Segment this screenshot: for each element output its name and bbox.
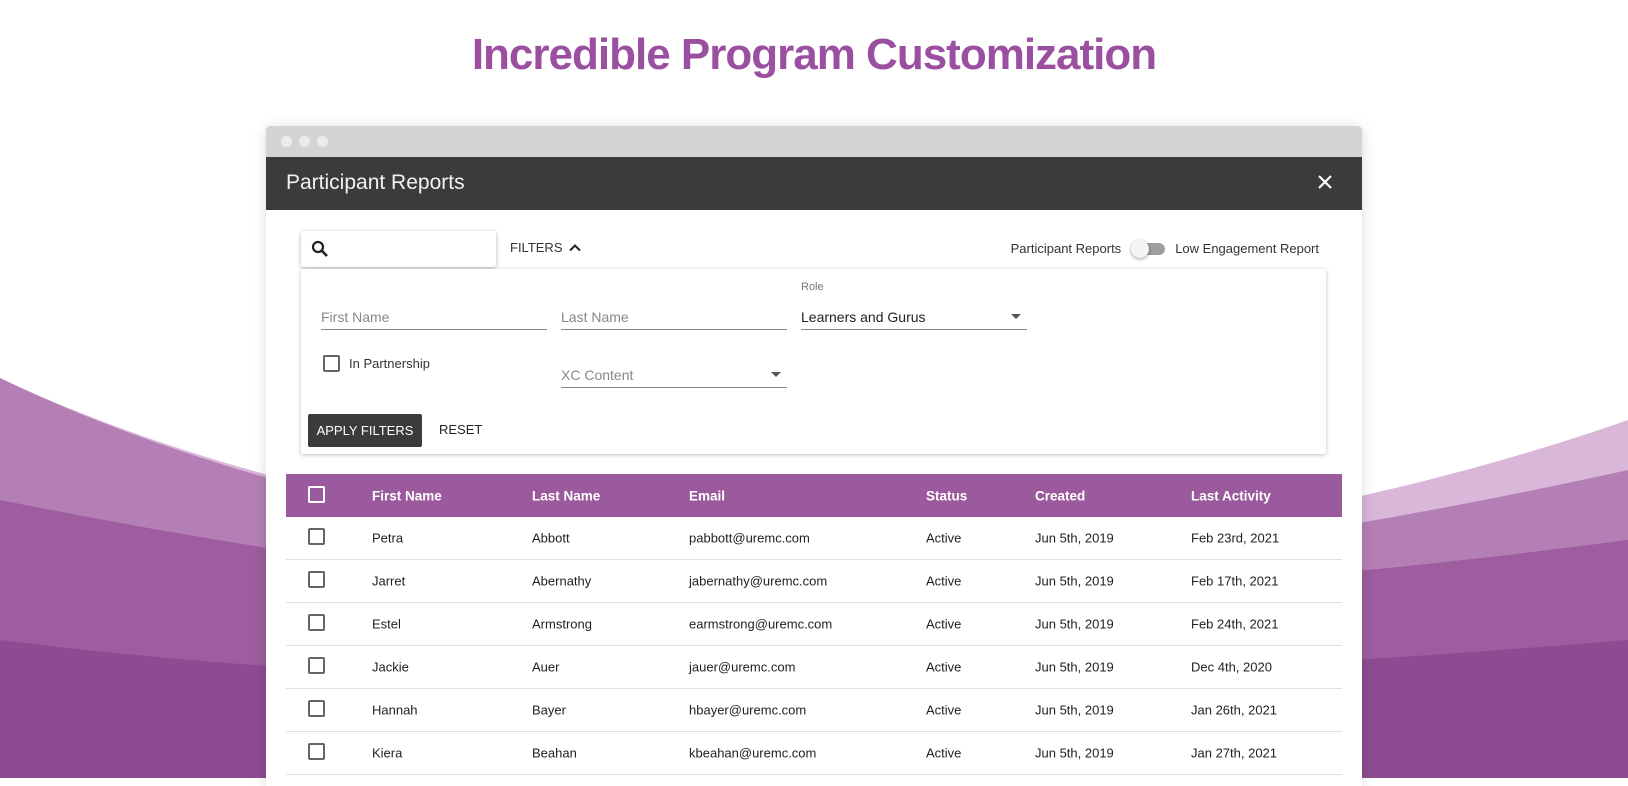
role-label: Role <box>801 281 824 293</box>
cell-status: Active <box>926 702 962 718</box>
cell-created: Jun 5th, 2019 <box>1035 702 1114 718</box>
column-header[interactable]: Last Name <box>532 488 600 503</box>
report-type-toggle: Participant Reports Low Engagement Repor… <box>1010 240 1319 258</box>
role-select[interactable]: Role Learners and Gurus <box>801 281 1027 330</box>
cell-first-name: Jackie <box>372 659 409 675</box>
cell-status: Active <box>926 659 962 675</box>
cell-status: Active <box>926 616 962 632</box>
cell-email: jabernathy@uremc.com <box>689 573 828 589</box>
xc-content-select[interactable]: XC Content <box>561 361 787 388</box>
filter-panel: First Name Last Name Role Learners and G… <box>301 269 1326 454</box>
cell-email: earmstrong@uremc.com <box>689 616 833 632</box>
search-icon <box>311 240 329 263</box>
cell-last-name: Armstrong <box>532 616 592 632</box>
row-checkbox[interactable] <box>308 657 325 677</box>
cell-created: Jun 5th, 2019 <box>1035 745 1114 761</box>
table-row[interactable]: Jackie Auer jauer@uremc.com Active Jun 5… <box>286 646 1342 689</box>
apply-filters-button[interactable]: APPLY FILTERS <box>308 414 422 447</box>
cell-first-name: Hannah <box>372 702 418 718</box>
select-all-checkbox[interactable] <box>308 485 325 506</box>
cell-last-activity: Feb 23rd, 2021 <box>1191 530 1280 546</box>
page-headline: Incredible Program Customization <box>471 30 1157 79</box>
cell-created: Jun 5th, 2019 <box>1035 573 1114 589</box>
filters-label: FILTERS <box>510 240 563 255</box>
cell-last-activity: Jan 26th, 2021 <box>1191 702 1278 718</box>
search-input[interactable] <box>339 237 488 263</box>
last-name-field[interactable]: Last Name <box>561 303 787 330</box>
reset-button[interactable]: RESET <box>439 422 482 437</box>
row-checkbox[interactable] <box>308 614 325 634</box>
row-checkbox[interactable] <box>308 571 325 591</box>
table-header: First Name Last Name Email Status Create… <box>286 474 1342 517</box>
cell-first-name: Kiera <box>372 745 403 761</box>
cell-email: hbayer@uremc.com <box>689 702 807 718</box>
table-row[interactable]: Hannah Bayer hbayer@uremc.com Active Jun… <box>286 689 1342 732</box>
cell-last-name: Auer <box>532 659 560 675</box>
role-value: Learners and Gurus <box>801 309 926 325</box>
row-checkbox[interactable] <box>308 700 325 720</box>
window-chrome <box>266 126 1362 157</box>
cell-last-activity: Jan 27th, 2021 <box>1191 745 1278 761</box>
toggle-right-label: Low Engagement Report <box>1175 240 1319 256</box>
cell-status: Active <box>926 745 962 761</box>
cell-first-name: Estel <box>372 616 401 632</box>
column-header[interactable]: Status <box>926 488 967 503</box>
cell-last-activity: Dec 4th, 2020 <box>1191 659 1272 675</box>
cell-last-name: Abbott <box>532 530 570 546</box>
cell-first-name: Petra <box>372 530 404 546</box>
window-dot <box>281 136 292 147</box>
dropdown-arrow-icon <box>771 372 781 377</box>
column-header[interactable]: Last Activity <box>1191 488 1271 503</box>
row-checkbox[interactable] <box>308 528 325 548</box>
chevron-up-icon <box>568 240 581 255</box>
search-box[interactable] <box>301 231 496 267</box>
table-row[interactable]: Kiera Beahan kbeahan@uremc.com Active Ju… <box>286 732 1342 775</box>
column-header[interactable]: Email <box>689 488 725 503</box>
app-window: Participant Reports FILTERS Participant … <box>266 126 1362 786</box>
toggle-left-label: Participant Reports <box>1010 240 1122 256</box>
table-row[interactable]: Estel Armstrong earmstrong@uremc.com Act… <box>286 603 1342 646</box>
cell-last-name: Abernathy <box>532 573 592 589</box>
switch-knob <box>1131 240 1150 258</box>
column-header[interactable]: First Name <box>372 488 442 503</box>
cell-email: kbeahan@uremc.com <box>689 745 817 761</box>
cell-last-name: Beahan <box>532 745 577 761</box>
first-name-field[interactable]: First Name <box>321 303 547 330</box>
close-icon[interactable] <box>1312 169 1338 195</box>
cell-created: Jun 5th, 2019 <box>1035 616 1114 632</box>
dialog-titlebar: Participant Reports <box>266 157 1362 210</box>
cell-status: Active <box>926 530 962 546</box>
cell-email: jauer@uremc.com <box>689 659 796 675</box>
cell-created: Jun 5th, 2019 <box>1035 530 1114 546</box>
dropdown-arrow-icon <box>1011 314 1021 319</box>
cell-last-activity: Feb 24th, 2021 <box>1191 616 1279 632</box>
in-partnership-checkbox[interactable] <box>323 355 340 372</box>
cell-status: Active <box>926 573 962 589</box>
last-name-placeholder: Last Name <box>561 309 629 325</box>
in-partnership-option[interactable]: In Partnership <box>323 355 430 372</box>
column-header[interactable]: Created <box>1035 488 1085 503</box>
filters-toggle-button[interactable]: FILTERS <box>510 240 581 255</box>
table-row[interactable]: Petra Abbott pabbott@uremc.com Active Ju… <box>286 517 1342 560</box>
dialog-title: Participant Reports <box>286 171 465 194</box>
cell-last-activity: Feb 17th, 2021 <box>1191 573 1279 589</box>
cell-last-name: Bayer <box>532 702 566 718</box>
cell-created: Jun 5th, 2019 <box>1035 659 1114 675</box>
xc-content-placeholder: XC Content <box>561 367 634 383</box>
first-name-placeholder: First Name <box>321 309 390 325</box>
cell-email: pabbott@uremc.com <box>689 530 810 546</box>
in-partnership-label: In Partnership <box>349 356 430 371</box>
report-switch[interactable] <box>1131 240 1166 258</box>
window-dot <box>317 136 328 147</box>
window-dot <box>299 136 310 147</box>
participants-table: First Name Last Name Email Status Create… <box>286 474 1342 775</box>
cell-first-name: Jarret <box>372 573 406 589</box>
row-checkbox[interactable] <box>308 743 325 763</box>
table-row[interactable]: Jarret Abernathy jabernathy@uremc.com Ac… <box>286 560 1342 603</box>
